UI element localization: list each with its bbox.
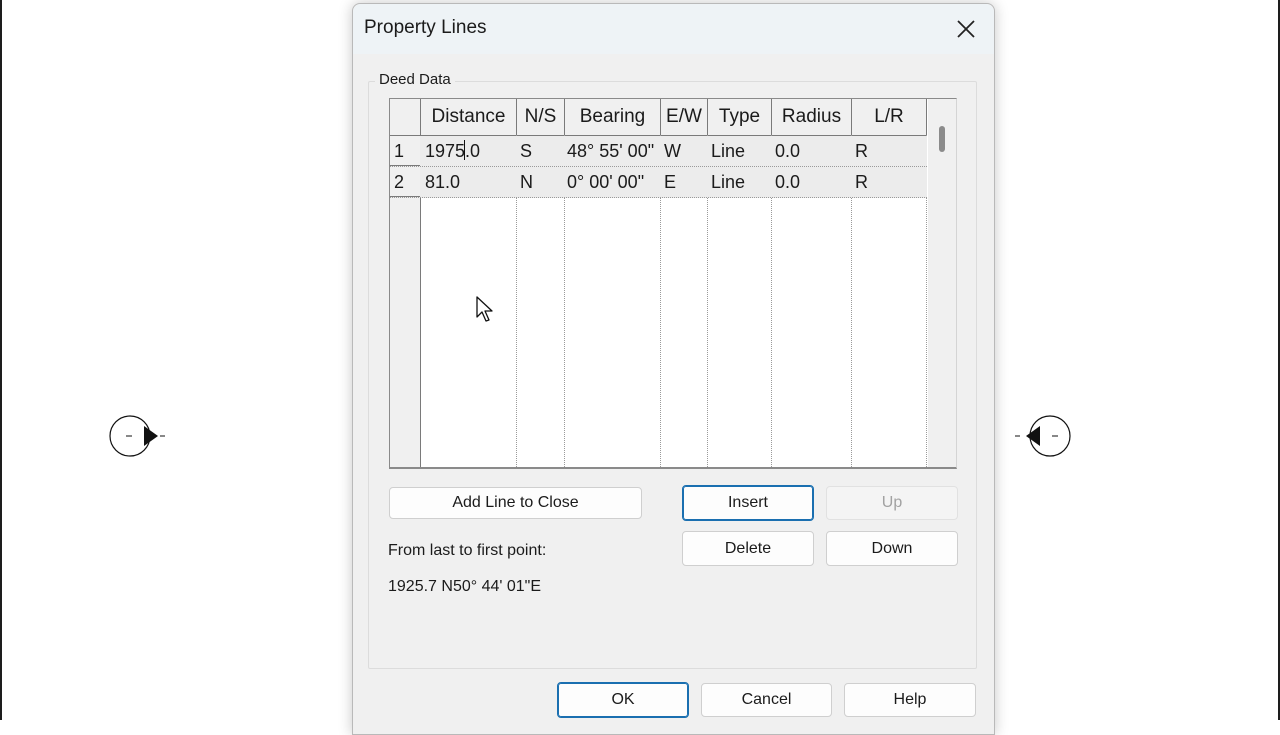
close-icon[interactable] [949,12,983,46]
dialog-title: Property Lines [364,17,487,38]
insert-button[interactable]: Insert [682,485,814,521]
column-header-bearing[interactable]: Bearing [565,99,661,135]
delete-button[interactable]: Delete [682,531,814,566]
column-header-ns[interactable]: N/S [517,99,565,135]
property-lines-dialog: Property Lines Deed Data Distance N/S Be… [352,3,995,735]
deed-data-label: Deed Data [375,71,455,88]
table-row[interactable]: 1 1975.0 S 48° 55' 00" W Line 0.0 R [390,136,927,167]
column-header-distance[interactable]: Distance [421,99,517,135]
grid-vertical-scrollbar[interactable] [928,99,956,467]
cell-lr[interactable]: R [855,167,868,197]
cell-type[interactable]: Line [711,136,745,166]
cell-radius[interactable]: 0.0 [775,167,800,197]
column-header-type[interactable]: Type [708,99,772,135]
cell-bearing[interactable]: 0° 00' 00" [567,167,644,197]
closure-value: 1925.7 N50° 44' 01"E [388,578,542,595]
cell-type[interactable]: Line [711,167,745,197]
row-number[interactable]: 2 [390,167,420,197]
column-header-ew[interactable]: E/W [661,99,708,135]
cell-ns[interactable]: S [520,136,532,166]
help-button[interactable]: Help [844,683,976,717]
cell-ns[interactable]: N [520,167,533,197]
cell-lr[interactable]: R [855,136,868,166]
cell-distance[interactable]: 1975.0 [425,136,480,166]
closure-label: From last to first point: [388,542,547,559]
mouse-pointer-icon [476,296,496,324]
level-head-left-icon[interactable] [104,413,174,459]
cell-distance[interactable]: 81.0 [425,167,460,197]
level-head-right-icon[interactable] [1010,413,1080,459]
down-button[interactable]: Down [826,531,958,566]
cell-distance-text: 1975 [425,141,466,161]
cell-bearing[interactable]: 48° 55' 00" [567,136,654,166]
deed-data-grid[interactable]: Distance N/S Bearing E/W Type Radius L/R… [389,98,957,469]
cell-ew[interactable]: E [664,167,676,197]
row-number[interactable]: 1 [390,136,420,166]
cancel-button[interactable]: Cancel [701,683,832,717]
ok-button[interactable]: OK [557,682,689,718]
cell-ew[interactable]: W [664,136,681,166]
dialog-titlebar[interactable]: Property Lines [353,4,994,54]
column-header-radius[interactable]: Radius [772,99,852,135]
cell-distance-text-after-caret: .0 [465,141,481,161]
table-row[interactable]: 2 81.0 N 0° 00' 00" E Line 0.0 R [390,167,927,198]
up-button[interactable]: Up [826,486,958,520]
grid-corner-cell [390,99,421,135]
add-line-to-close-button[interactable]: Add Line to Close [389,487,642,519]
grid-header-row: Distance N/S Bearing E/W Type Radius L/R [390,99,927,136]
column-header-lr[interactable]: L/R [852,99,927,135]
scrollbar-thumb[interactable] [939,126,945,152]
cell-radius[interactable]: 0.0 [775,136,800,166]
canvas-edge-left [0,0,2,720]
